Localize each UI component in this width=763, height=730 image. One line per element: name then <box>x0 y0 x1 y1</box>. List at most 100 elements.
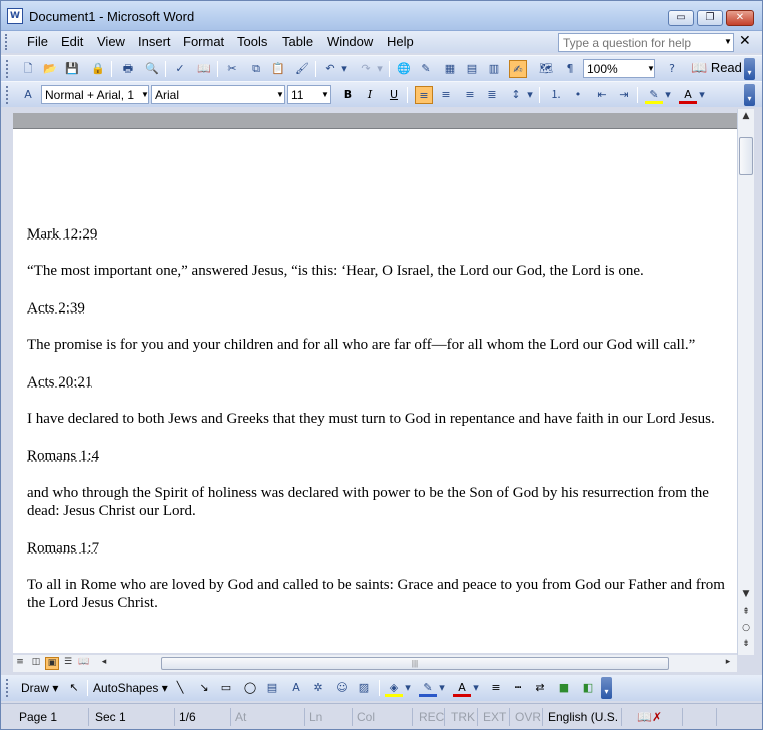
line-style-icon[interactable]: ≡ <box>487 679 505 697</box>
minimize-button[interactable]: ▭ <box>668 10 694 26</box>
hyperlink-icon[interactable]: 🌐 <box>395 60 413 78</box>
fill-color-dropdown-icon[interactable]: ▾ <box>403 679 413 697</box>
menu-file[interactable]: File <box>27 34 48 49</box>
spelling-status-icon[interactable]: 📖✗ <box>633 708 683 726</box>
line-color-dropdown-icon[interactable]: ▾ <box>437 679 447 697</box>
wordart-icon[interactable]: A <box>287 679 305 697</box>
reading-layout-icon[interactable]: 📖 <box>77 657 91 670</box>
select-objects-icon[interactable]: ↖ <box>65 679 83 697</box>
document-body[interactable]: Mark 12:29 “The most important one,” ans… <box>27 225 727 631</box>
undo-dropdown-icon[interactable]: ▾ <box>339 60 349 78</box>
menu-grip-handle[interactable] <box>5 34 9 50</box>
spelling-icon[interactable]: ✓ <box>171 60 189 78</box>
document-map-icon[interactable]: 🗺 <box>537 60 555 78</box>
research-icon[interactable]: 📖 <box>195 60 213 78</box>
bold-button[interactable]: B <box>339 86 357 104</box>
font-color-icon[interactable]: A <box>679 86 697 104</box>
menu-window[interactable]: Window <box>327 34 373 49</box>
arrow-style-icon[interactable]: ⇄ <box>531 679 549 697</box>
word-app-icon[interactable]: W <box>7 8 23 24</box>
vertical-scroll-thumb[interactable] <box>739 137 753 175</box>
paste-icon[interactable]: 📋 <box>269 60 287 78</box>
columns-icon[interactable]: ▥ <box>485 60 503 78</box>
toolbar-grip-handle[interactable] <box>6 679 10 697</box>
font-select[interactable]: Arial <box>151 85 285 104</box>
normal-view-icon[interactable]: ≡ <box>13 657 27 670</box>
show-hide-pilcrow-icon[interactable]: ¶ <box>561 60 579 78</box>
justify-icon[interactable]: ≣ <box>483 86 501 104</box>
decrease-indent-icon[interactable]: ⇤ <box>593 86 611 104</box>
scroll-left-icon[interactable]: ◂ <box>97 657 111 670</box>
horizontal-scroll-thumb[interactable]: ||| <box>161 657 669 670</box>
highlight-icon[interactable]: ✎ <box>645 86 663 104</box>
3d-style-icon[interactable]: ◧ <box>579 679 597 697</box>
align-right-icon[interactable]: ≡ <box>461 86 479 104</box>
menu-insert[interactable]: Insert <box>138 34 171 49</box>
select-browse-object-icon[interactable]: ○ <box>740 623 752 637</box>
tables-borders-icon[interactable]: ✎ <box>417 60 435 78</box>
status-ext[interactable]: EXT <box>479 708 510 726</box>
help-icon[interactable]: ? <box>663 60 681 78</box>
web-layout-icon[interactable]: ◫ <box>29 657 43 670</box>
draw-menu[interactable]: Draw ▾ <box>21 681 58 695</box>
scroll-right-icon[interactable]: ▸ <box>721 657 735 670</box>
copy-icon[interactable]: ⧉ <box>247 60 265 78</box>
underline-button[interactable]: U <box>385 86 403 104</box>
text-box-icon[interactable]: ▤ <box>263 679 281 697</box>
fill-color-icon[interactable]: ◈ <box>385 679 403 697</box>
format-painter-icon[interactable]: 🖌 <box>293 60 311 78</box>
permission-icon[interactable]: 🔒 <box>89 60 107 78</box>
line-spacing-icon[interactable]: ↕ <box>507 86 525 104</box>
new-document-icon[interactable]: 🗋 <box>19 60 37 78</box>
dash-style-icon[interactable]: ┅ <box>509 679 527 697</box>
oval-icon[interactable]: ◯ <box>241 679 259 697</box>
insert-table-icon[interactable]: ▦ <box>441 60 459 78</box>
menu-help[interactable]: Help <box>387 34 414 49</box>
align-center-icon[interactable]: ≡ <box>437 86 455 104</box>
horizontal-scrollbar[interactable]: ≡ ◫ ▣ ☰ 📖 ◂ ||| ▸ <box>13 655 737 672</box>
undo-icon[interactable]: ↶ <box>321 60 339 78</box>
redo-icon[interactable]: ↷ <box>357 60 375 78</box>
draw-font-color-icon[interactable]: A <box>453 679 471 697</box>
menu-format[interactable]: Format <box>183 34 224 49</box>
drawing-toggle-icon[interactable]: ✍ <box>509 60 527 78</box>
save-icon[interactable]: 💾 <box>63 60 81 78</box>
diagram-icon[interactable]: ✲ <box>309 679 327 697</box>
font-size-dropdown-arrow-icon[interactable]: ▼ <box>321 90 329 99</box>
style-dropdown-arrow-icon[interactable]: ▼ <box>141 90 149 99</box>
toolbar-grip-handle[interactable] <box>6 86 10 104</box>
autoshapes-menu[interactable]: AutoShapes ▾ <box>93 681 168 695</box>
close-button[interactable]: ✕ <box>726 10 754 26</box>
status-trk[interactable]: TRK <box>447 708 478 726</box>
document-close-icon[interactable]: ✕ <box>739 33 751 49</box>
line-spacing-dropdown-icon[interactable]: ▾ <box>525 86 535 104</box>
ask-question-input[interactable] <box>558 33 734 52</box>
menu-view[interactable]: View <box>97 34 125 49</box>
status-language[interactable]: English (U.S. <box>544 708 622 726</box>
shadow-style-icon[interactable]: ■ <box>555 679 573 697</box>
toolbar-grip-handle[interactable] <box>6 60 10 78</box>
align-left-icon[interactable]: ≡ <box>415 86 433 104</box>
clip-art-icon[interactable]: ☺ <box>333 679 351 697</box>
maximize-button[interactable]: ❐ <box>697 10 723 26</box>
toolbar-options-icon[interactable]: ▾ <box>601 677 612 699</box>
menu-table[interactable]: Table <box>282 34 313 49</box>
style-select[interactable]: Normal + Arial, 1 <box>41 85 149 104</box>
toolbar-options-icon[interactable]: ▾ <box>744 58 755 80</box>
italic-button[interactable]: I <box>361 86 379 104</box>
outline-view-icon[interactable]: ☰ <box>61 657 75 670</box>
menu-tools[interactable]: Tools <box>237 34 267 49</box>
read-mode-button[interactable]: 📖 Read <box>691 60 742 76</box>
draw-font-color-dropdown-icon[interactable]: ▾ <box>471 679 481 697</box>
line-icon[interactable]: ╲ <box>171 679 189 697</box>
ask-dropdown-arrow-icon[interactable]: ▼ <box>724 37 732 46</box>
highlight-dropdown-icon[interactable]: ▾ <box>663 86 673 104</box>
open-folder-icon[interactable]: 📂 <box>41 60 59 78</box>
font-color-dropdown-icon[interactable]: ▾ <box>697 86 707 104</box>
insert-picture-icon[interactable]: ▨ <box>355 679 373 697</box>
menu-edit[interactable]: Edit <box>61 34 83 49</box>
title-bar[interactable]: W Document1 - Microsoft Word ▭ ❐ ✕ <box>1 1 762 31</box>
print-icon[interactable]: 🖶 <box>119 60 137 78</box>
arrow-icon[interactable]: ↘ <box>195 679 213 697</box>
styles-formatting-icon[interactable]: A <box>19 86 37 104</box>
